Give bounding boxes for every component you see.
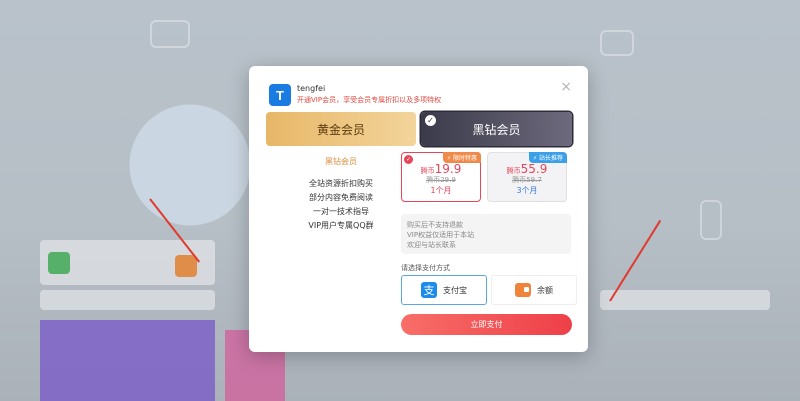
benefit-item: VIP用户专属QQ群	[308, 221, 374, 230]
background-card	[600, 290, 770, 310]
plan-duration: 1个月	[430, 186, 452, 195]
purchase-notice: 购买后不支持退款 VIP权益仅适用于本站 欢迎与站长联系	[401, 214, 571, 254]
payment-alipay-option[interactable]: 支 支付宝	[401, 275, 487, 305]
site-logo-icon: T	[269, 84, 291, 106]
plan-currency: 腾币	[420, 167, 435, 175]
username: tengfei	[297, 84, 326, 93]
plan-price: 腾币55.9	[488, 162, 566, 176]
plan-option-3-month[interactable]: ⚡ 站长推荐 腾币55.9 腾币59.7 3个月	[487, 152, 567, 202]
vip-purchase-modal: T tengfei 开通VIP会员，享受会员专属折扣以及多项特权 × 黄金会员 …	[249, 66, 588, 352]
tab-black-diamond-membership[interactable]: ✓ 黑钻会员	[421, 112, 572, 146]
payment-balance-option[interactable]: 余额	[491, 275, 577, 305]
check-icon: ✓	[425, 115, 436, 126]
plan-badge: ⚡ 站长推荐	[528, 152, 567, 163]
modal-subtitle: 开通VIP会员，享受会员专属折扣以及多项特权	[297, 96, 442, 104]
benefit-item: 部分内容免费阅读	[309, 193, 373, 202]
close-icon[interactable]: ×	[560, 80, 572, 94]
background-green-icon	[48, 252, 70, 274]
background-doodle	[150, 20, 190, 48]
plan-duration: 3个月	[516, 186, 538, 195]
benefit-item: 全站资源折扣购买	[309, 179, 373, 188]
benefits-list: 黑钻会员 全站资源折扣购买 部分内容免费阅读 一对一技术指导 VIP用户专属QQ…	[266, 156, 416, 233]
wallet-icon	[515, 283, 531, 297]
benefits-title: 黑钻会员	[325, 157, 357, 166]
background-orange-icon	[175, 255, 197, 277]
notice-line: VIP权益仅适用于本站	[407, 231, 475, 239]
plan-badge: ⚡ 限时特惠	[442, 152, 481, 163]
payment-method-label: 请选择支付方式	[401, 264, 450, 272]
plan-original-price: 腾币29.9	[426, 176, 456, 184]
notice-line: 欢迎与站长联系	[407, 241, 456, 249]
tab-gold-membership[interactable]: 黄金会员	[266, 112, 416, 146]
pay-now-button[interactable]: 立即支付	[401, 314, 572, 335]
tab-label: 黑钻会员	[472, 122, 521, 137]
selected-check-icon: ✓	[404, 155, 413, 164]
background-card	[40, 290, 215, 310]
tab-label: 黄金会员	[316, 122, 365, 137]
payment-label: 余额	[537, 285, 553, 295]
background-banner	[40, 320, 215, 401]
plan-price-value: 19.9	[434, 162, 462, 176]
plan-currency: 腾币	[506, 167, 521, 175]
background-doodle	[700, 200, 722, 240]
background-doodle	[600, 30, 634, 56]
plan-price: 腾币19.9	[402, 162, 480, 176]
plan-option-1-month[interactable]: ✓ ⚡ 限时特惠 腾币19.9 腾币29.9 1个月	[401, 152, 481, 202]
notice-line: 购买后不支持退款	[407, 221, 463, 229]
plan-original-price: 腾币59.7	[512, 176, 542, 184]
benefit-item: 一对一技术指导	[313, 207, 369, 216]
alipay-icon: 支	[421, 282, 437, 298]
plan-price-value: 55.9	[520, 162, 548, 176]
payment-label: 支付宝	[443, 285, 467, 295]
